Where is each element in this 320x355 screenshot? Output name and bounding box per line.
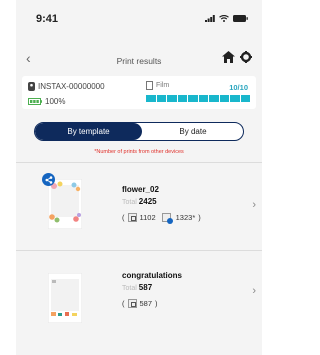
film-remaining-bar [146, 95, 250, 102]
print-breakdown: ( 1102 1323* ) [122, 213, 201, 224]
battery-icon [233, 15, 248, 22]
film-icon [146, 81, 153, 90]
template-name: flower_02 [122, 185, 159, 194]
total-label: Total [122, 285, 137, 292]
navigation-bar: ‹ Print results [16, 46, 262, 74]
shared-prints-icon [161, 213, 173, 224]
other-devices-note: *Number of prints from other devices [94, 149, 184, 155]
template-thumbnail-flower [48, 179, 82, 229]
total-value: 2425 [138, 197, 157, 206]
chevron-right-icon: › [252, 199, 256, 211]
nav-actions [222, 51, 252, 63]
template-row[interactable]: flower_02 Total 2425 ( 1102 1323* ) › [16, 163, 262, 249]
status-icons [205, 15, 248, 22]
film-label: Film [156, 82, 170, 89]
device-serial: INSTAX-00000000 [38, 81, 105, 91]
paren-close: ) [155, 299, 158, 308]
battery-level-icon [28, 97, 42, 105]
film-segment [177, 95, 187, 102]
own-prints-count: 1102 [139, 213, 156, 222]
film-count: 10/10 [229, 83, 248, 92]
tab-by-date[interactable]: By date [142, 123, 243, 140]
total-label: Total [122, 199, 137, 206]
film-segment [146, 95, 156, 102]
paren-open: ( [122, 213, 125, 222]
status-time: 9:41 [36, 13, 59, 25]
film-segment [156, 95, 166, 102]
template-total: Total 587 [122, 283, 152, 292]
paren-close: ) [198, 213, 201, 222]
view-mode-toggle: By template By date [34, 122, 244, 141]
film-status: Film 10/10 [146, 79, 250, 106]
shared-prints-count: 1323* [175, 213, 196, 222]
chevron-right-icon: › [252, 285, 256, 297]
paren-open: ( [122, 299, 125, 308]
app-screen: 9:41 ‹ Print results INSTAX-00000000 100… [16, 0, 262, 355]
template-total: Total 2425 [122, 197, 157, 206]
shared-badge-icon [42, 173, 55, 186]
film-segment [188, 95, 198, 102]
template-name: congratulations [122, 271, 183, 280]
own-prints-icon [127, 213, 137, 222]
film-segment [198, 95, 208, 102]
device-serial-row: INSTAX-00000000 [28, 80, 105, 92]
cellular-signal-icon [205, 15, 215, 22]
status-bar: 9:41 [16, 0, 262, 38]
film-segment [240, 95, 250, 102]
device-info-card: INSTAX-00000000 100% Film 10/10 [22, 76, 256, 109]
print-breakdown: ( 587 ) [122, 299, 158, 308]
tab-by-template[interactable]: By template [35, 123, 142, 140]
template-row[interactable]: congratulations Total 587 ( 587 ) › [16, 251, 262, 341]
film-segment [209, 95, 219, 102]
own-prints-count: 587 [139, 299, 153, 308]
printer-device-icon [28, 81, 35, 91]
film-segment [219, 95, 229, 102]
own-prints-icon [127, 299, 137, 308]
device-details: INSTAX-00000000 100% [28, 80, 105, 107]
wifi-icon [219, 15, 229, 22]
device-battery-row: 100% [28, 95, 105, 107]
film-segment [167, 95, 177, 102]
home-icon[interactable] [222, 51, 235, 63]
film-segment [230, 95, 240, 102]
template-thumbnail-congratulations [48, 273, 82, 323]
gear-icon[interactable] [240, 51, 252, 63]
total-value: 587 [138, 283, 153, 292]
battery-level: 100% [45, 96, 66, 106]
